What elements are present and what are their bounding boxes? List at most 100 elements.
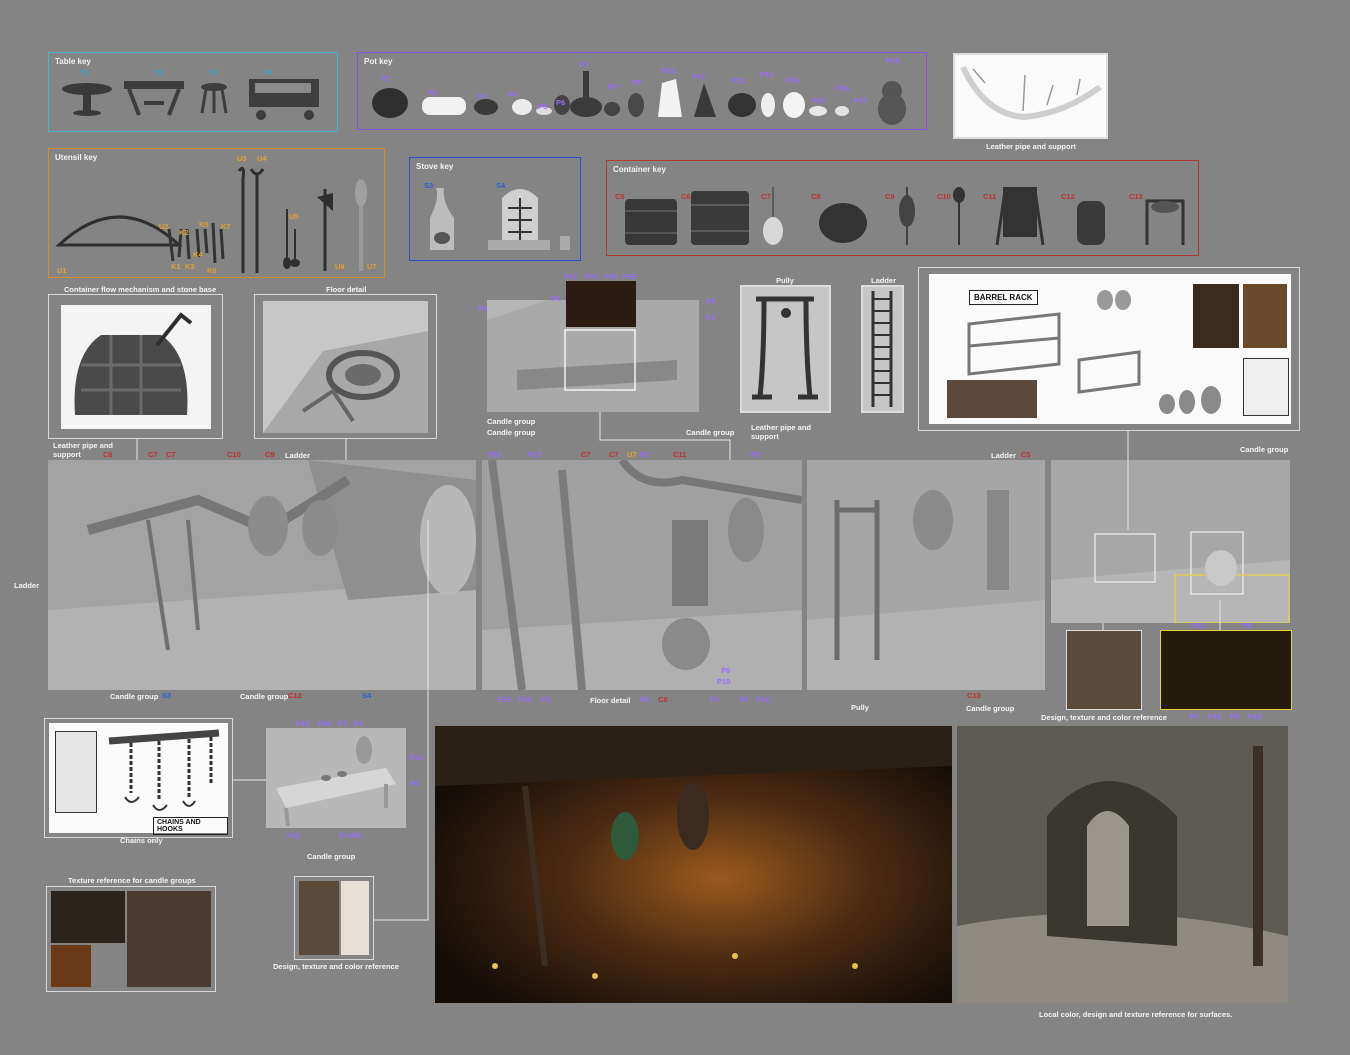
leather-pipe-drawing — [960, 65, 1102, 121]
callout-c6: C6 — [103, 450, 113, 459]
pully-panel — [740, 285, 831, 413]
callout-p10a: P10 — [717, 677, 731, 686]
callout-p9: P9 — [1242, 621, 1252, 630]
callout-p5b: P5 — [1230, 712, 1240, 721]
leather-pipe-caption: Leather pipe and support — [986, 142, 1077, 151]
callout-c9: C9 — [265, 450, 275, 459]
stove-key-panel: Stove key S3 S4 — [409, 157, 581, 261]
candle-group-caption-4: Candle group — [1240, 445, 1289, 454]
pot-label-p18: P18 — [886, 56, 900, 65]
utensil-label-u7: U7 — [367, 262, 377, 271]
callout-p3c: P3 — [338, 719, 348, 728]
ladder-caption-main: Ladder — [285, 451, 311, 460]
pot-label-p7: P7 — [580, 60, 590, 69]
callout-p16: P16 — [604, 272, 618, 281]
callout-p16b: P16 — [488, 450, 502, 459]
pot-label-p6: P6 — [556, 98, 566, 107]
candle-photo-ref — [1160, 630, 1292, 710]
pot-key-panel: Pot key P1 P2 P3 P4 P5 P6 P7 P8 P9 P10 P… — [357, 52, 927, 130]
stove-models — [430, 188, 570, 250]
pot-label-p5: P5 — [538, 102, 548, 111]
design-ref-photo-1 — [1066, 630, 1142, 710]
table-models — [62, 79, 319, 120]
container-flow-panel — [48, 294, 223, 439]
pot-label-p13: P13 — [760, 70, 774, 79]
callout-p13: P13 — [585, 272, 599, 281]
candle-group-caption-3: Candle group — [686, 428, 735, 437]
design-ref-caption-1: Design, texture and color reference — [1041, 713, 1167, 722]
pully-caption-top: Pully — [776, 276, 794, 285]
ladder-caption-left: Ladder — [14, 581, 40, 590]
texture-ref-candles-caption: Texture reference for candle groups — [68, 876, 196, 885]
scene-render-2 — [482, 460, 802, 690]
utensil-label-k4: K4 — [193, 250, 203, 259]
barrel-rack-sheet: BARREL RACK — [929, 274, 1291, 424]
barrel-rack-outer: BARREL RACK — [918, 267, 1300, 431]
utensil-label-u3: U3 — [237, 154, 247, 163]
candle-group-caption-1: Candle group — [487, 417, 536, 426]
floor-detail-caption-2: Floor detail — [590, 696, 631, 705]
callout-p3b: P3 — [710, 695, 720, 704]
callout-p6b: P6 — [721, 666, 731, 675]
pot-label-p9: P9 — [632, 78, 642, 87]
callout-p5: P5 — [706, 297, 716, 306]
callout-p2: P2 — [640, 450, 650, 459]
container-label-c13: C13 — [1129, 192, 1143, 201]
utensil-label-k1: K1 — [171, 262, 181, 271]
container-label-c7: C7 — [761, 192, 771, 201]
container-label-c12: C12 — [1061, 192, 1075, 201]
callout-c7b: C7 — [166, 450, 176, 459]
pot-label-p15: P15 — [812, 96, 826, 105]
utensil-label-k5: K5 — [199, 220, 209, 229]
candle-group-caption-5: Candle group — [110, 692, 159, 701]
pot-label-p4: P4 — [508, 90, 518, 99]
container-models — [625, 187, 1185, 246]
pot-label-p8: P8 — [608, 82, 618, 91]
callout-c12: C12 — [288, 691, 302, 700]
candle-group-caption-6: Candle group — [240, 692, 289, 701]
ladder-panel — [861, 285, 904, 413]
callout-p12b: P12 — [756, 695, 770, 704]
utensil-label-k7: K7 — [221, 222, 231, 231]
candle-group-caption-2: Candle group — [487, 428, 536, 437]
callout-p14: P14 — [410, 753, 424, 762]
utensil-label-u2: U2 — [159, 222, 169, 231]
callout-p17: P17 — [528, 450, 542, 459]
pot-label-p14: P14 — [786, 76, 800, 85]
floor-detail-caption-top: Floor detail — [326, 285, 367, 294]
leather-pipe-box — [953, 53, 1108, 139]
container-label-c6: C6 — [681, 192, 691, 201]
pot-label-p2: P2 — [428, 88, 438, 97]
pot-label-p1: P1 — [382, 74, 392, 83]
utensil-models — [55, 166, 367, 273]
pot-label-p16: P16 — [836, 84, 850, 93]
chains-only-caption: Chains only — [120, 836, 163, 845]
local-color-ref-caption: Local color, design and texture referenc… — [1039, 1010, 1233, 1019]
design-ref-panel-2 — [294, 876, 374, 960]
callout-p11: P11 — [564, 272, 577, 281]
pot-label-p3: P3 — [478, 92, 488, 101]
callout-s3: S3 — [162, 691, 172, 700]
barrel-color-ref — [1243, 284, 1287, 348]
scene-render-4 — [1051, 460, 1290, 623]
scene-render-1 — [48, 460, 476, 690]
material-color-ref — [947, 380, 1037, 418]
container-key-panel: Container key C5 C6 C7 C8 C9 C10 C11 C12… — [606, 160, 1199, 256]
callout-p12a: P12 — [1192, 621, 1206, 630]
concept-painting-interior — [435, 726, 952, 1003]
ladder-drawing — [871, 291, 893, 407]
callout-c11: C11 — [673, 450, 687, 459]
leather-pipe-caption-3: Leather pipe and support — [751, 423, 812, 441]
pully-caption-2: Pully — [851, 703, 869, 712]
concept-painting-arch — [957, 726, 1288, 1003]
utensil-label-u4: U4 — [257, 154, 267, 163]
callout-p12c: P12 — [287, 831, 301, 840]
callout-p15: P15 — [623, 272, 637, 281]
callout-c5: C5 — [1021, 450, 1031, 459]
container-label-c5: C5 — [615, 192, 625, 201]
callout-p5c: P5 — [640, 695, 650, 704]
utensil-label-k3: K3 — [185, 262, 195, 271]
wood-iron-ref — [1193, 284, 1239, 348]
callout-p2c: P2 — [410, 779, 420, 788]
callout-p7b: P7 — [740, 695, 750, 704]
